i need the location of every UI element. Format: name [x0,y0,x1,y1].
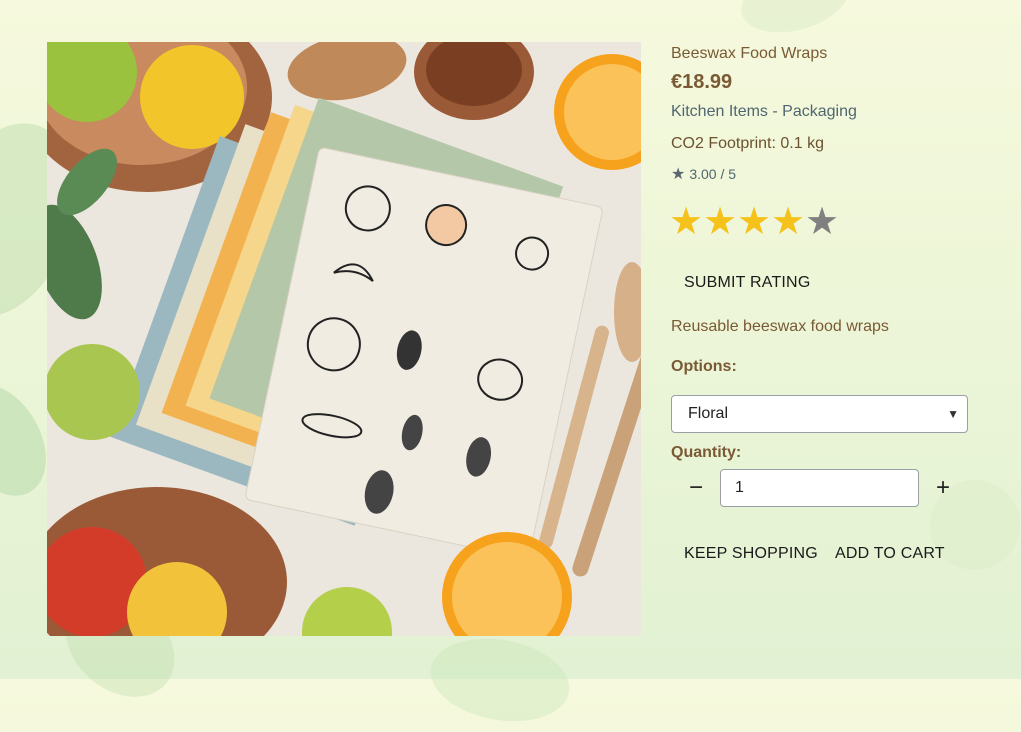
submit-rating-button[interactable]: SUBMIT RATING [671,268,823,298]
product-name: Beeswax Food Wraps [671,45,828,62]
background-leaf [424,628,576,732]
product-image [47,42,641,636]
star-icon: ★ [671,166,686,183]
rating-star-icon[interactable]: ★ [737,200,771,244]
rating-stars[interactable]: ★ ★ ★ ★ ★ [669,200,839,244]
options-label: Options: [671,358,737,375]
quantity-label: Quantity: [671,444,742,461]
product-price: €18.99 [671,71,733,93]
product-description: Reusable beeswax food wraps [671,318,889,335]
chevron-down-icon: ▼ [947,407,959,421]
rating-star-icon[interactable]: ★ [669,200,703,244]
rating-star-icon[interactable]: ★ [703,200,737,244]
average-rating: ★ 3.00 / 5 [671,164,736,184]
keep-shopping-button[interactable]: KEEP SHOPPING [671,539,831,569]
rating-star-icon[interactable]: ★ [805,200,839,244]
quantity-stepper: − + [671,469,971,507]
rating-star-icon[interactable]: ★ [771,200,805,244]
options-selected-value: Floral [688,405,729,422]
background-leaf [734,0,856,44]
co2-footprint: CO2 Footprint: 0.1 kg [671,135,824,152]
add-to-cart-button[interactable]: ADD TO CART [822,539,958,569]
options-select[interactable]: Floral ▼ [671,395,968,433]
average-rating-value: 3.00 / 5 [689,166,737,182]
minus-icon[interactable]: − [676,469,716,507]
product-category: Kitchen Items - Packaging [671,103,857,120]
quantity-input[interactable] [720,469,919,507]
plus-icon[interactable]: + [923,469,963,507]
